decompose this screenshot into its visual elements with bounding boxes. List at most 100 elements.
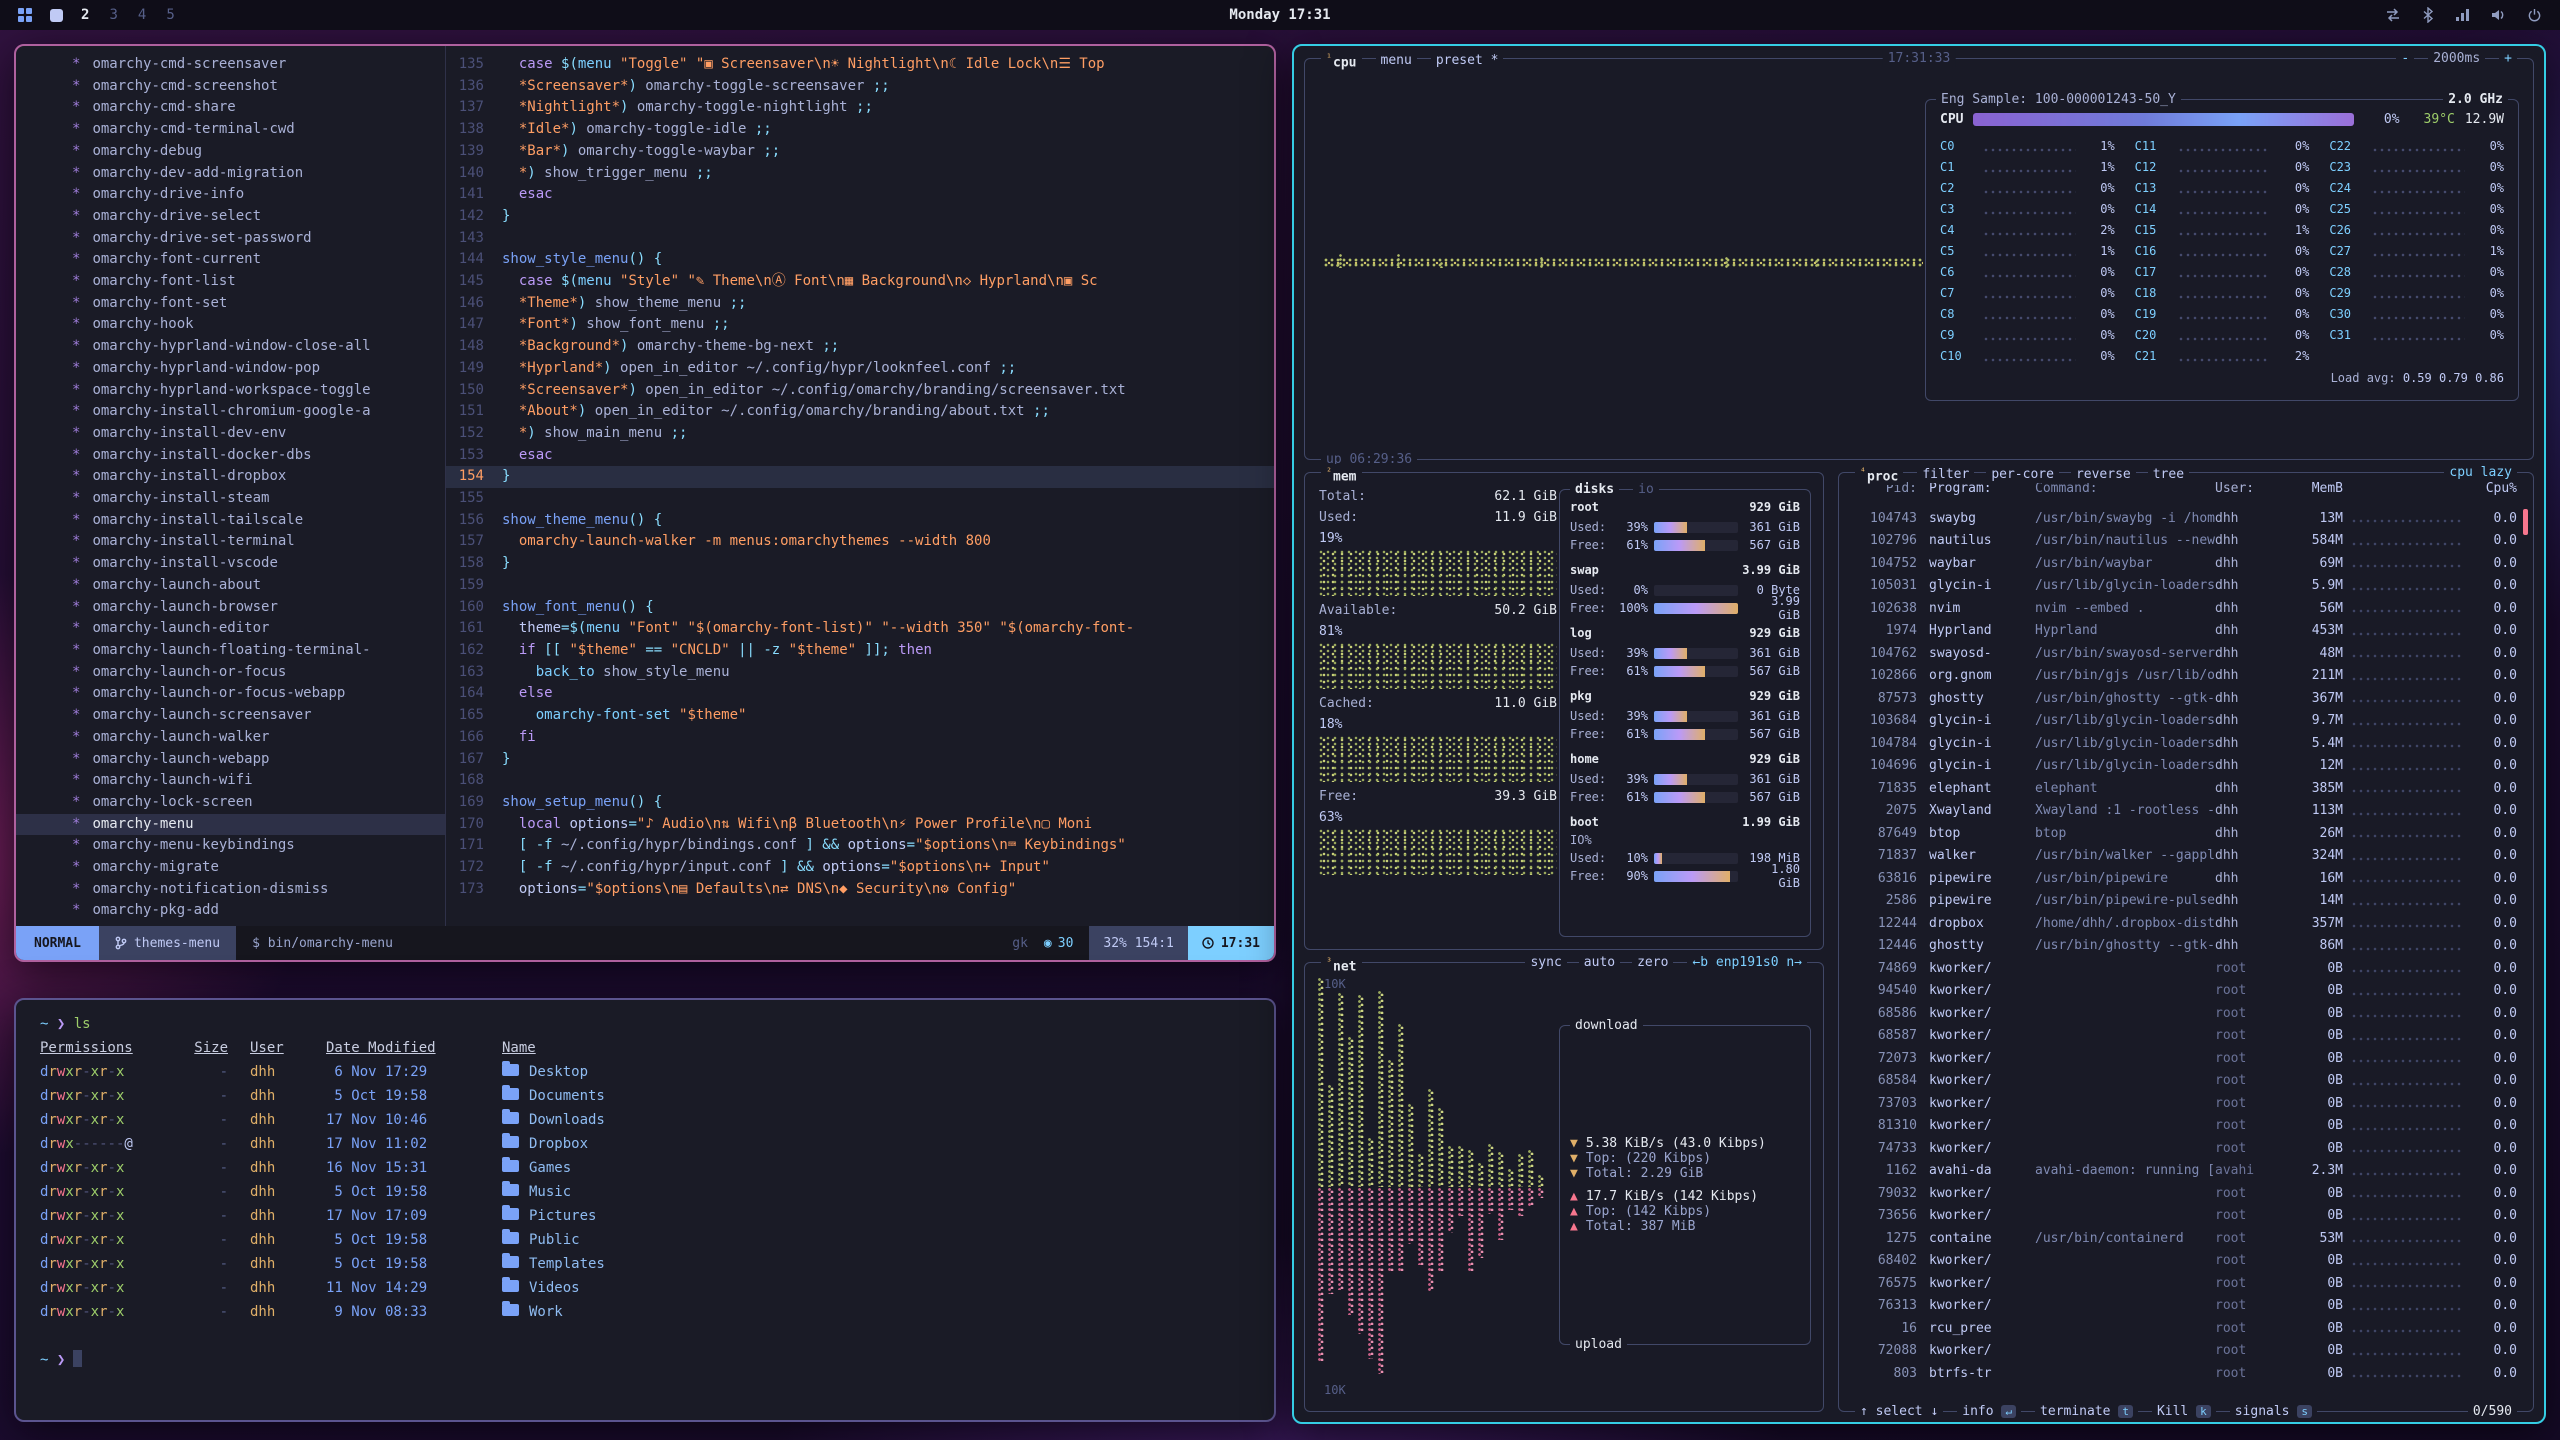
file-item[interactable]: *omarchy-menu — [16, 814, 445, 836]
signals-button[interactable]: signals s — [2230, 1403, 2317, 1420]
code-line[interactable]: 152 *) show_main_menu ;; — [446, 423, 1274, 445]
process-row[interactable]: 12446ghostty/usr/bin/ghostty --gtk-dhh86… — [1843, 935, 2517, 958]
process-row[interactable]: 74869kworker/root0B0.0 — [1843, 957, 2517, 980]
proc-filter-button[interactable]: filter — [1917, 466, 1974, 483]
file-item[interactable]: *omarchy-launch-screensaver — [70, 705, 445, 727]
file-item[interactable]: *omarchy-drive-info — [70, 184, 445, 206]
file-item[interactable]: *omarchy-launch-wifi — [70, 770, 445, 792]
process-row[interactable]: 81310kworker/root0B0.0 — [1843, 1115, 2517, 1138]
process-row[interactable]: 105031glycin-i/usr/lib/glycin-loadersdhh… — [1843, 575, 2517, 598]
code-line[interactable]: 141 esac — [446, 184, 1274, 206]
process-row[interactable]: 12244dropbox/home/dhh/.dropbox-distdhh35… — [1843, 912, 2517, 935]
process-row[interactable]: 87573ghostty/usr/bin/ghostty --gtk-dhh36… — [1843, 687, 2517, 710]
process-row[interactable]: 68584kworker/root0B0.0 — [1843, 1070, 2517, 1093]
code-line[interactable]: 144show_style_menu() { — [446, 249, 1274, 271]
file-item[interactable]: *omarchy-dev-add-migration — [70, 163, 445, 185]
file-item[interactable]: *omarchy-install-docker-dbs — [70, 445, 445, 467]
code-line[interactable]: 147 *Font*) show_font_menu ;; — [446, 314, 1274, 336]
proc-tree-button[interactable]: tree — [2148, 466, 2189, 483]
code-line[interactable]: 172 [ -f ~/.config/hypr/input.conf ] && … — [446, 857, 1274, 879]
code-line[interactable]: 143 — [446, 228, 1274, 250]
menu-button[interactable]: menu — [1376, 52, 1417, 69]
code-line[interactable]: 138 *Idle*) omarchy-toggle-idle ;; — [446, 119, 1274, 141]
process-row[interactable]: 102638nvimnvim --embed .dhh56M0.0 — [1843, 597, 2517, 620]
code-line[interactable]: 140 *) show_trigger_menu ;; — [446, 163, 1274, 185]
process-row[interactable]: 71837walker/usr/bin/walker --gappldhh324… — [1843, 845, 2517, 868]
workspace-5[interactable]: 5 — [166, 7, 174, 23]
code-line[interactable]: 171 [ -f ~/.config/hypr/bindings.conf ] … — [446, 835, 1274, 857]
code-line[interactable]: 169show_setup_menu() { — [446, 792, 1274, 814]
code-line[interactable]: 145 case $(menu "Style" "✎ Theme\nⒶ Font… — [446, 271, 1274, 293]
file-item[interactable]: *omarchy-lock-screen — [70, 792, 445, 814]
process-row[interactable]: 73703kworker/root0B0.0 — [1843, 1092, 2517, 1115]
code-line[interactable]: 137 *Nightlight*) omarchy-toggle-nightli… — [446, 97, 1274, 119]
process-row[interactable]: 2075XwaylandXwayland :1 -rootless -dhh11… — [1843, 800, 2517, 823]
file-item[interactable]: *omarchy-drive-select — [70, 206, 445, 228]
power-icon[interactable] — [2527, 8, 2542, 23]
file-item[interactable]: *omarchy-hyprland-window-pop — [70, 358, 445, 380]
volume-icon[interactable] — [2491, 8, 2507, 22]
workspace-4[interactable]: 4 — [138, 7, 146, 23]
process-row[interactable]: 16rcu_preeroot0B0.0 — [1843, 1317, 2517, 1340]
code-line[interactable]: 162 if [[ "$theme" == "CNCLD" || -z "$th… — [446, 640, 1274, 662]
code-line[interactable]: 151 *About*) open_in_editor ~/.config/om… — [446, 401, 1274, 423]
file-item[interactable]: *omarchy-cmd-screensaver — [70, 54, 445, 76]
code-line[interactable]: 158} — [446, 553, 1274, 575]
process-row[interactable]: 68402kworker/root0B0.0 — [1843, 1250, 2517, 1273]
select-control[interactable]: ↑ select ↓ — [1855, 1403, 1943, 1420]
file-item[interactable]: *omarchy-drive-set-password — [70, 228, 445, 250]
kill-button[interactable]: Kill k — [2152, 1403, 2216, 1420]
proc-reverse-button[interactable]: reverse — [2071, 466, 2136, 483]
code-line[interactable]: 154} — [446, 466, 1274, 488]
net-interface[interactable]: ←b enp191s0 n→ — [1687, 954, 1807, 971]
file-item[interactable]: *omarchy-migrate — [70, 857, 445, 879]
file-item[interactable]: *omarchy-hyprland-window-close-all — [70, 336, 445, 358]
workspace-3[interactable]: 3 — [109, 7, 117, 23]
code-line[interactable]: 168 — [446, 770, 1274, 792]
file-item[interactable]: *omarchy-font-current — [70, 249, 445, 271]
process-row[interactable]: 104784glycin-i/usr/lib/glycin-loadersdhh… — [1843, 732, 2517, 755]
code-line[interactable]: 146 *Theme*) show_theme_menu ;; — [446, 293, 1274, 315]
code-line[interactable]: 165 omarchy-font-set "$theme" — [446, 705, 1274, 727]
file-item[interactable]: *omarchy-install-tailscale — [70, 510, 445, 532]
btop-window[interactable]: ¹cpu menu preset * 17:31:33 - 2000ms + E… — [1292, 44, 2546, 1424]
code-line[interactable]: 170 local options="♪ Audio\n⇅ Wifi\nβ Bl… — [446, 814, 1274, 836]
file-item[interactable]: *omarchy-install-terminal — [70, 531, 445, 553]
process-row[interactable]: 63816pipewire/usr/bin/pipewiredhh16M0.0 — [1843, 867, 2517, 890]
process-row[interactable]: 76575kworker/root0B0.0 — [1843, 1272, 2517, 1295]
file-item[interactable]: *omarchy-install-dropbox — [70, 466, 445, 488]
file-item[interactable]: *omarchy-font-list — [70, 271, 445, 293]
interval-plus-button[interactable]: + — [2499, 50, 2517, 67]
process-row[interactable]: 1974HyprlandHyprlanddhh453M0.0 — [1843, 620, 2517, 643]
file-item[interactable]: *omarchy-install-chromium-google-a — [70, 401, 445, 423]
process-row[interactable]: 104762swayosd-/usr/bin/swayosd-serverdhh… — [1843, 642, 2517, 665]
code-area[interactable]: 135 case $(menu "Toggle" "▣ Screensaver\… — [446, 46, 1274, 926]
proc-per-core-button[interactable]: per-core — [1986, 466, 2059, 483]
process-row[interactable]: 72073kworker/root0B0.0 — [1843, 1047, 2517, 1070]
net-zero-button[interactable]: zero — [1632, 954, 1673, 971]
file-item[interactable]: *omarchy-launch-webapp — [70, 749, 445, 771]
bluetooth-icon[interactable] — [2421, 7, 2435, 23]
process-row[interactable]: 87649btopbtopdhh26M0.0 — [1843, 822, 2517, 845]
preset-button[interactable]: preset * — [1431, 52, 1504, 69]
code-line[interactable]: 135 case $(menu "Toggle" "▣ Screensaver\… — [446, 54, 1274, 76]
terminate-button[interactable]: terminate t — [2035, 1403, 2138, 1420]
screenshare-arrows-icon[interactable] — [2385, 7, 2401, 23]
code-line[interactable]: 149 *Hyprland*) open_in_editor ~/.config… — [446, 358, 1274, 380]
code-line[interactable]: 153 esac — [446, 445, 1274, 467]
code-line[interactable]: 160show_font_menu() { — [446, 597, 1274, 619]
file-item[interactable]: *omarchy-pkg-add — [70, 900, 445, 922]
code-line[interactable]: 166 fi — [446, 727, 1274, 749]
process-row[interactable]: 74733kworker/root0B0.0 — [1843, 1137, 2517, 1160]
file-item[interactable]: *omarchy-notification-dismiss — [70, 879, 445, 901]
net-auto-button[interactable]: auto — [1579, 954, 1620, 971]
file-item[interactable]: *omarchy-launch-or-focus — [70, 662, 445, 684]
launcher-grid-icon[interactable] — [18, 8, 32, 22]
code-line[interactable]: 163 back_to show_style_menu — [446, 662, 1274, 684]
code-line[interactable]: 142} — [446, 206, 1274, 228]
workspace-active-icon[interactable] — [50, 9, 63, 22]
process-row[interactable]: 79032kworker/root0B0.0 — [1843, 1182, 2517, 1205]
file-item[interactable]: *omarchy-launch-floating-terminal- — [70, 640, 445, 662]
network-meter-icon[interactable] — [2455, 8, 2471, 22]
code-line[interactable]: 167} — [446, 749, 1274, 771]
